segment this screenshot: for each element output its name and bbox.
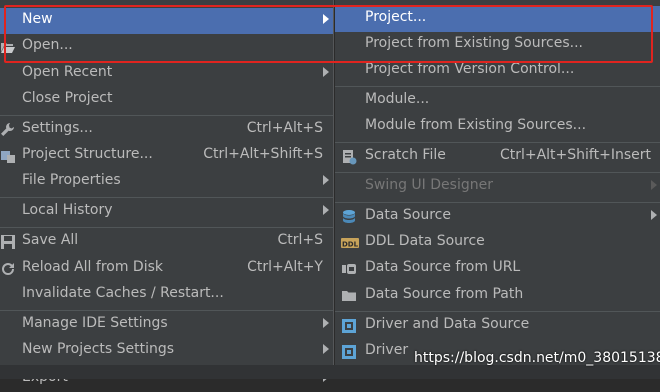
folder-icon <box>341 288 357 304</box>
submenu-arrow-icon <box>323 175 329 185</box>
project-structure-icon <box>0 148 16 164</box>
menu-item-label: Manage IDE Settings <box>22 315 168 331</box>
menu-item-label: Data Source from URL <box>365 259 521 275</box>
menu-item-shortcut: Ctrl+Alt+Y <box>247 259 323 275</box>
menu-item-new-projects-settings[interactable]: New Projects Settings <box>0 338 333 364</box>
menu-item-shortcut: Ctrl+Alt+Shift+S <box>203 146 323 162</box>
menu-item-open-recent[interactable]: Open Recent <box>0 61 333 87</box>
menu-separator <box>335 142 660 143</box>
submenu-arrow-icon <box>323 67 329 77</box>
submenu-item-data-source[interactable]: Data Source <box>335 204 660 230</box>
menu-item-label: Scratch File <box>365 147 446 163</box>
menu-item-save-all[interactable]: Save All Ctrl+S <box>0 229 333 255</box>
menu-separator <box>335 311 660 312</box>
menu-item-label: Close Project <box>22 90 113 106</box>
driver-icon <box>341 318 357 334</box>
menu-item-label: Save All <box>22 232 79 248</box>
editor-background <box>0 365 660 379</box>
highlight-annotation-box <box>4 5 653 63</box>
url-source-icon <box>341 261 357 277</box>
submenu-item-ddl-data-source[interactable]: DDL DDL Data Source <box>335 230 660 256</box>
submenu-item-scratch-file[interactable]: Scratch File Ctrl+Alt+Shift+Insert <box>335 144 660 170</box>
menu-item-label: Driver and Data Source <box>365 316 530 332</box>
ddl-icon: DDL <box>341 235 359 251</box>
scratch-file-icon <box>341 149 357 165</box>
menu-item-settings[interactable]: Settings... Ctrl+Alt+S <box>0 117 333 143</box>
menu-item-label: Local History <box>22 202 113 218</box>
menu-item-manage-ide-settings[interactable]: Manage IDE Settings <box>0 312 333 338</box>
menu-item-label: Project Structure... <box>22 146 153 162</box>
menu-item-label: Project from Version Control... <box>365 61 575 77</box>
reload-icon <box>0 261 16 277</box>
submenu-item-module[interactable]: Module... <box>335 88 660 114</box>
menu-item-invalidate-caches[interactable]: Invalidate Caches / Restart... <box>0 282 333 308</box>
menu-item-reload-all[interactable]: Reload All from Disk Ctrl+Alt+Y <box>0 256 333 282</box>
menu-separator <box>0 310 333 311</box>
submenu-item-data-source-from-path[interactable]: Data Source from Path <box>335 283 660 309</box>
menu-item-label: Open Recent <box>22 64 113 80</box>
menu-item-shortcut: Ctrl+S <box>277 232 323 248</box>
menu-separator <box>0 227 333 228</box>
menu-item-local-history[interactable]: Local History <box>0 199 333 225</box>
menu-item-label: Module from Existing Sources... <box>365 117 587 133</box>
menu-item-label: File Properties <box>22 172 121 188</box>
menu-item-shortcut: Ctrl+Alt+S <box>246 120 323 136</box>
submenu-arrow-icon <box>323 318 329 328</box>
menu-item-label: Settings... <box>22 120 93 136</box>
database-icon <box>341 209 357 225</box>
submenu-item-module-from-existing-sources[interactable]: Module from Existing Sources... <box>335 114 660 140</box>
menu-item-project-structure[interactable]: Project Structure... Ctrl+Alt+Shift+S <box>0 143 333 169</box>
menu-separator <box>335 172 660 173</box>
watermark-text: https://blog.csdn.net/m0_38015138 <box>414 350 660 366</box>
menu-item-label: Reload All from Disk <box>22 259 163 275</box>
submenu-arrow-icon <box>323 344 329 354</box>
menu-item-label: Data Source from Path <box>365 286 524 302</box>
driver-icon <box>341 344 357 360</box>
menu-separator <box>0 115 333 116</box>
submenu-arrow-icon <box>651 210 657 220</box>
submenu-item-driver-and-data-source[interactable]: Driver and Data Source <box>335 313 660 339</box>
menu-separator <box>335 86 660 87</box>
submenu-arrow-icon <box>651 180 657 190</box>
submenu-item-data-source-from-url[interactable]: Data Source from URL <box>335 256 660 282</box>
menu-item-label: New Projects Settings <box>22 341 175 357</box>
wrench-icon <box>0 122 16 138</box>
menu-separator <box>335 202 660 203</box>
menu-item-label: Module... <box>365 91 430 107</box>
menu-item-shortcut: Ctrl+Alt+Shift+Insert <box>499 147 651 163</box>
menu-item-file-properties[interactable]: File Properties <box>0 169 333 195</box>
menu-item-label: Driver <box>365 342 409 358</box>
menu-item-label: Invalidate Caches / Restart... <box>22 285 224 301</box>
menu-item-label: DDL Data Source <box>365 233 485 249</box>
submenu-item-swing-ui-designer[interactable]: Swing UI Designer <box>335 174 660 200</box>
menu-item-label: Swing UI Designer <box>365 177 493 193</box>
menu-separator <box>0 197 333 198</box>
menu-item-close-project[interactable]: Close Project <box>0 87 333 113</box>
menu-item-label: Data Source <box>365 207 451 223</box>
svg-text:DDL: DDL <box>342 241 359 249</box>
save-icon <box>0 234 16 250</box>
submenu-arrow-icon <box>323 205 329 215</box>
